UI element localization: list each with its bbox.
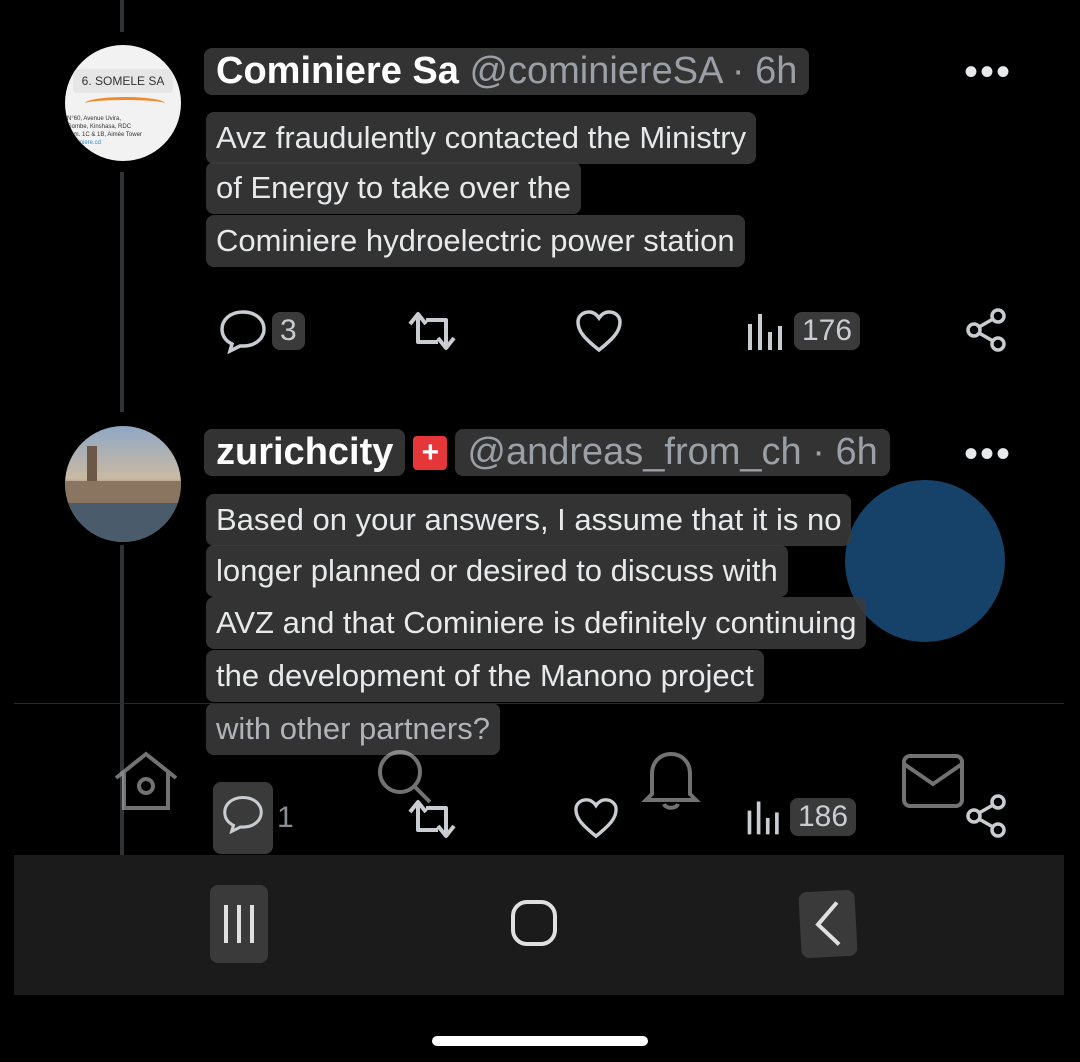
retweet-button[interactable] bbox=[404, 310, 460, 352]
retweet-icon bbox=[408, 800, 456, 838]
user-handle[interactable]: @andreas_from_ch bbox=[467, 431, 801, 473]
bottom-bar-divider bbox=[14, 703, 1064, 704]
home-circle-icon bbox=[511, 900, 557, 946]
tweet-time: · 6h bbox=[812, 431, 878, 473]
views-count: 186 bbox=[790, 798, 857, 836]
avatar-water bbox=[65, 503, 181, 542]
heart-icon bbox=[574, 798, 618, 839]
tweet-text-line: longer planned or desired to discuss wit… bbox=[206, 545, 788, 597]
reply-icon bbox=[220, 310, 266, 354]
tweet-text-line: of Energy to take over the bbox=[206, 162, 581, 214]
swiss-flag-icon: + bbox=[413, 435, 448, 470]
like-button[interactable] bbox=[572, 796, 620, 840]
gesture-handle[interactable] bbox=[432, 1036, 648, 1046]
avatar-buildings bbox=[65, 481, 181, 503]
tweet-text-line: Cominiere hydroelectric power station bbox=[206, 215, 745, 267]
tweet-text-line: with other partners? bbox=[206, 703, 500, 755]
home-icon[interactable] bbox=[110, 748, 182, 814]
share-icon bbox=[966, 794, 1006, 838]
avatar-orange-swoosh bbox=[85, 97, 165, 110]
recent-apps-button[interactable] bbox=[210, 885, 268, 963]
thread-line-connector bbox=[120, 172, 124, 412]
tweet-text-line: AVZ and that Cominiere is definitely con… bbox=[206, 597, 867, 649]
system-navigation-bar bbox=[14, 855, 1064, 995]
back-chevron-icon bbox=[815, 901, 841, 946]
views-button[interactable]: 176 bbox=[744, 310, 861, 352]
tweet-text-line: the development of the Manono project bbox=[206, 650, 764, 702]
avatar-label: 6. SOMELE SA bbox=[73, 69, 173, 93]
avatar-address-line: Imm. 1C & 1B, Aimée Tower bbox=[67, 132, 142, 138]
retweet-icon bbox=[408, 312, 456, 350]
tweet-time: · 6h bbox=[731, 50, 798, 92]
avatar-address-line: cominiere.cd bbox=[67, 140, 102, 146]
bell-icon[interactable] bbox=[640, 746, 702, 812]
thread-line-top bbox=[120, 0, 124, 32]
views-button[interactable]: 186 bbox=[744, 796, 857, 838]
search-icon[interactable] bbox=[372, 746, 436, 806]
views-chart-icon bbox=[747, 801, 779, 835]
reply-button[interactable]: 3 bbox=[218, 308, 305, 354]
display-name[interactable]: zurichcity bbox=[216, 431, 393, 473]
avatar-address-line: N°60, Avenue Uvira, bbox=[67, 116, 121, 122]
retweet-button[interactable] bbox=[404, 798, 460, 840]
reply-icon bbox=[223, 795, 263, 835]
tweet-header: Cominiere Sa @cominiereSA · 6h bbox=[204, 48, 810, 95]
more-options-icon[interactable]: ••• bbox=[964, 432, 1012, 477]
share-icon bbox=[966, 308, 1006, 352]
tweet-text-line: Based on your answers, I assume that it … bbox=[206, 494, 852, 546]
views-count: 176 bbox=[794, 312, 861, 350]
user-handle[interactable]: @cominiereSA bbox=[469, 50, 721, 92]
blue-blob-overlay bbox=[845, 480, 1005, 642]
avatar-zurichcity[interactable] bbox=[65, 426, 181, 542]
heart-icon bbox=[576, 310, 622, 353]
mail-icon[interactable] bbox=[900, 752, 966, 810]
back-button[interactable] bbox=[798, 889, 858, 959]
views-chart-icon bbox=[748, 314, 782, 350]
display-name[interactable]: Cominiere Sa bbox=[216, 50, 459, 92]
recent-apps-icon bbox=[224, 905, 254, 943]
like-button[interactable] bbox=[574, 308, 624, 354]
reply-count: 3 bbox=[272, 312, 305, 350]
share-button[interactable] bbox=[962, 792, 1010, 840]
tweet-text-line: Avz fraudulently contacted the Ministry bbox=[206, 112, 757, 164]
avatar-cominiere[interactable]: 6. SOMELE SA N°60, Avenue Uvira, Gombe, … bbox=[65, 45, 181, 161]
more-options-icon[interactable]: ••• bbox=[964, 50, 1012, 95]
avatar-address-line: Gombe, Kinshasa, RDC bbox=[67, 124, 132, 130]
share-button[interactable] bbox=[962, 306, 1010, 354]
reply-count: 1 bbox=[277, 801, 294, 834]
home-nav-button[interactable] bbox=[510, 899, 558, 952]
reply-button[interactable]: 1 bbox=[213, 782, 294, 854]
tweet-header: zurichcity + @andreas_from_ch · 6h bbox=[204, 429, 890, 476]
